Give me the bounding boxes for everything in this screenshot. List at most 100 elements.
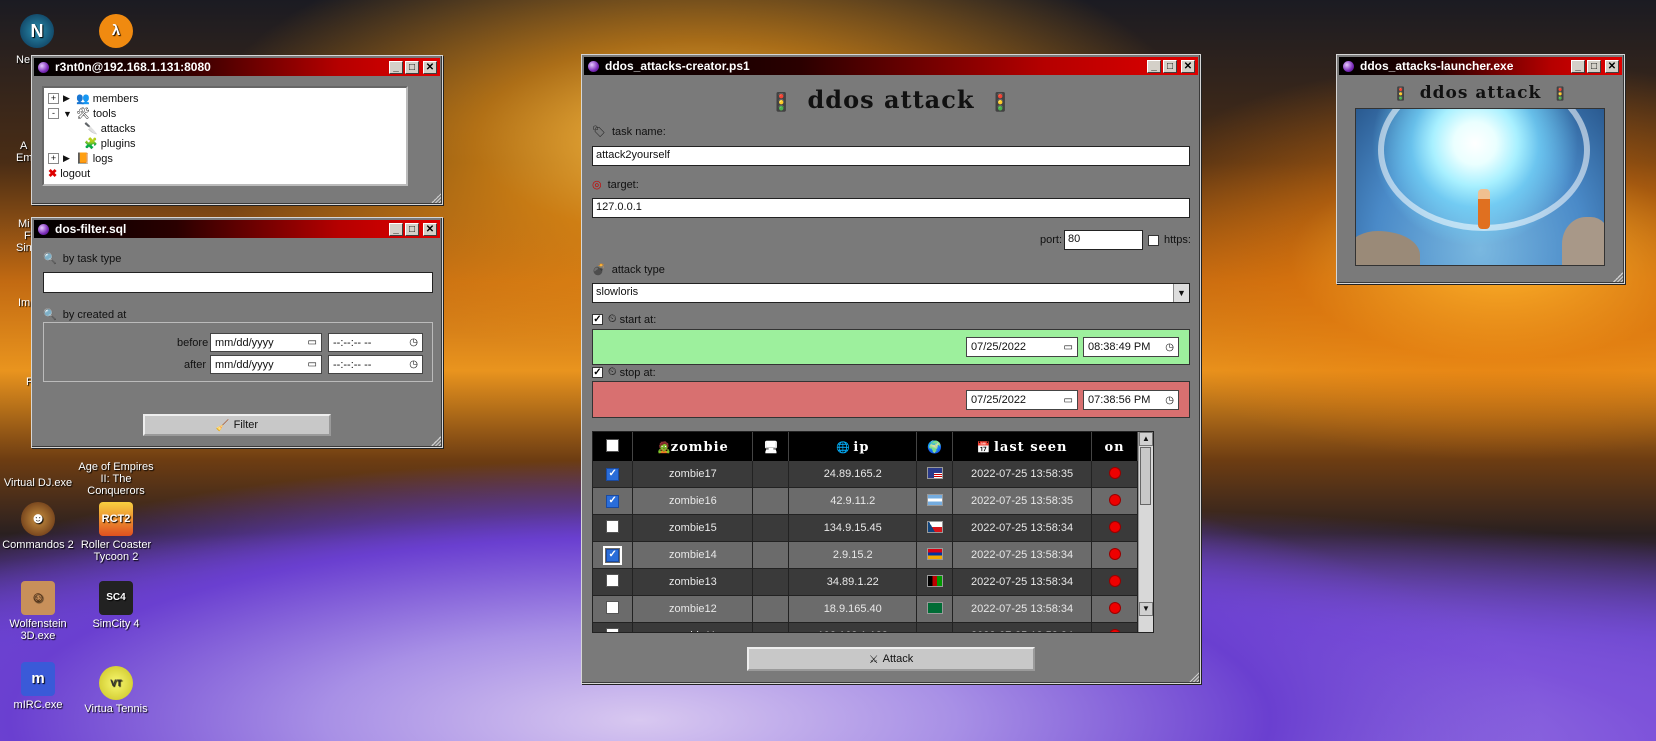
close-button[interactable]: ✕ bbox=[423, 60, 437, 74]
creator-titlebar[interactable]: ddos_attacks-creator.ps1 _ □ ✕ bbox=[584, 57, 1198, 75]
clock-icon[interactable]: ◷ bbox=[409, 337, 418, 348]
resize-handle[interactable] bbox=[1189, 672, 1199, 682]
window-title: r3nt0n@192.168.1.131:8080 bbox=[55, 60, 211, 74]
select-all-checkbox[interactable] bbox=[606, 438, 620, 452]
table-row[interactable]: ✓ zombie14 2.9.15.2 2022-07-25 13:58:34 bbox=[593, 541, 1138, 569]
close-button[interactable]: ✕ bbox=[1605, 59, 1619, 73]
roller-coaster-icon[interactable]: RCT2 Roller Coaster Tycoon 2 bbox=[76, 502, 156, 563]
row-checkbox[interactable]: ✓ bbox=[603, 546, 623, 565]
table-row[interactable]: zombie15 134.9.15.45 2022-07-25 13:58:34 bbox=[593, 514, 1138, 542]
calendar-icon[interactable]: ▭ bbox=[308, 359, 317, 370]
row-checkbox[interactable] bbox=[606, 601, 620, 614]
minimize-button[interactable]: _ bbox=[1147, 59, 1161, 73]
half-life-icon[interactable]: λ bbox=[76, 14, 156, 51]
select-all-header[interactable] bbox=[593, 432, 634, 461]
after-time-input[interactable]: --:--:-- -- ◷ bbox=[328, 355, 423, 374]
maximize-button[interactable]: □ bbox=[1163, 59, 1177, 73]
explorer-window[interactable]: r3nt0n@192.168.1.131:8080 _ □ ✕ + ▶ 👥 me… bbox=[31, 55, 443, 205]
tree-item-logout[interactable]: ✖ logout bbox=[48, 166, 402, 181]
filter-titlebar[interactable]: dos-filter.sql _ □ ✕ bbox=[34, 220, 440, 238]
minimize-button[interactable]: _ bbox=[1571, 59, 1585, 73]
close-button[interactable]: ✕ bbox=[423, 222, 437, 236]
before-date-input[interactable]: mm/dd/yyyy ▭ bbox=[210, 333, 322, 352]
virtua-tennis-icon[interactable]: VT Virtua Tennis bbox=[76, 666, 156, 715]
launcher-titlebar[interactable]: ddos_attacks-launcher.exe _ □ ✕ bbox=[1339, 57, 1622, 75]
navigation-tree[interactable]: + ▶ 👥 members - ▼ 🛠 tools 🔪 attacks 🧩 pl… bbox=[42, 86, 408, 186]
minimize-button[interactable]: _ bbox=[389, 222, 403, 236]
computer-cell bbox=[752, 595, 790, 623]
wolfenstein-icon[interactable]: ☺ Wolfenstein 3D.exe bbox=[0, 581, 78, 642]
table-scrollbar[interactable]: ▲ ▼ bbox=[1138, 432, 1153, 632]
calendar-icon[interactable]: ▭ bbox=[308, 337, 317, 348]
filter-button[interactable]: 🧹 Filter bbox=[143, 414, 331, 436]
start-at-checkbox[interactable]: ✓ bbox=[592, 314, 603, 325]
last-seen-column-header[interactable]: 📅 last seen bbox=[952, 432, 1092, 461]
tree-item-tools[interactable]: - ▼ 🛠 tools bbox=[48, 106, 402, 121]
maximize-button[interactable]: □ bbox=[405, 60, 419, 74]
stop-time-input[interactable]: 07:38:56 PM ◷ bbox=[1083, 390, 1179, 410]
expand-icon[interactable]: + bbox=[48, 93, 59, 104]
creator-window[interactable]: ddos_attacks-creator.ps1 _ □ ✕ 🚦 ddos at… bbox=[581, 54, 1201, 684]
table-row[interactable]: zombie13 34.89.1.22 2022-07-25 13:58:34 bbox=[593, 568, 1138, 596]
minimize-button[interactable]: _ bbox=[389, 60, 403, 74]
launcher-window[interactable]: ddos_attacks-launcher.exe _ □ ✕ 🚦 ddos a… bbox=[1336, 54, 1625, 284]
clock-icon[interactable]: ◷ bbox=[1165, 395, 1174, 406]
resize-handle[interactable] bbox=[1613, 272, 1623, 282]
table-row[interactable]: ✓ zombie16 42.9.11.2 2022-07-25 13:58:35 bbox=[593, 487, 1138, 515]
maximize-button[interactable]: □ bbox=[405, 222, 419, 236]
resize-handle[interactable] bbox=[431, 436, 441, 446]
tree-item-logs[interactable]: + ▶ 📙 logs bbox=[48, 151, 402, 166]
scrollbar-thumb[interactable] bbox=[1140, 447, 1151, 505]
expand-icon[interactable]: + bbox=[48, 153, 59, 164]
calendar-icon[interactable]: ▭ bbox=[1064, 342, 1073, 353]
row-checkbox[interactable] bbox=[606, 520, 620, 533]
before-time-input[interactable]: --:--:-- -- ◷ bbox=[328, 333, 423, 352]
on-column-header[interactable]: on bbox=[1091, 432, 1138, 461]
table-row[interactable]: zombie11 192.168.1.133 2022-07-25 13:58:… bbox=[593, 622, 1138, 632]
tree-item-members[interactable]: + ▶ 👥 members bbox=[48, 91, 402, 106]
tree-item-attacks[interactable]: 🔪 attacks bbox=[48, 121, 402, 136]
stop-date-input[interactable]: 07/25/2022 ▭ bbox=[966, 390, 1078, 410]
close-button[interactable]: ✕ bbox=[1181, 59, 1195, 73]
mirc-icon[interactable]: m mIRC.exe bbox=[0, 662, 78, 711]
task-name-input[interactable]: attack2yourself bbox=[592, 146, 1190, 166]
zombie-column-header[interactable]: 🧟zombie bbox=[632, 432, 754, 461]
row-checkbox[interactable]: ✓ bbox=[606, 468, 620, 481]
after-date-input[interactable]: mm/dd/yyyy ▭ bbox=[210, 355, 322, 374]
collapse-icon[interactable]: - bbox=[48, 108, 59, 119]
calendar-icon[interactable]: ▭ bbox=[1064, 395, 1073, 406]
https-checkbox[interactable] bbox=[1148, 235, 1159, 246]
zombies-table[interactable]: 🧟zombie 🖥 🌐 ip 🌍 📅 last seen on ✓ zombie… bbox=[592, 431, 1154, 633]
task-type-input[interactable] bbox=[43, 272, 433, 293]
ip-column-header[interactable]: 🌐 ip bbox=[788, 432, 918, 461]
row-checkbox[interactable] bbox=[606, 628, 620, 632]
country-column-header[interactable]: 🌍 bbox=[916, 432, 954, 461]
stop-at-checkbox[interactable]: ✓ bbox=[592, 367, 603, 378]
table-row[interactable]: zombie12 18.9.165.40 2022-07-25 13:58:34 bbox=[593, 595, 1138, 623]
computer-column-header[interactable]: 🖥 bbox=[752, 432, 790, 461]
row-checkbox[interactable]: ✓ bbox=[606, 495, 620, 508]
zombie-cell: zombie17 bbox=[632, 461, 754, 488]
tree-item-plugins[interactable]: 🧩 plugins bbox=[48, 136, 402, 151]
start-date-input[interactable]: 07/25/2022 ▭ bbox=[966, 337, 1078, 357]
table-row[interactable]: ✓ zombie17 24.89.165.2 2022-07-25 13:58:… bbox=[593, 461, 1138, 488]
attack-button[interactable]: ⚔ Attack bbox=[747, 647, 1035, 671]
target-input[interactable]: 127.0.0.1 bbox=[592, 198, 1190, 218]
filter-window[interactable]: dos-filter.sql _ □ ✕ 🔍 by task type 🔍 by… bbox=[31, 217, 443, 448]
port-input[interactable]: 80 bbox=[1064, 230, 1143, 250]
scroll-down-icon[interactable]: ▼ bbox=[1139, 602, 1153, 616]
scroll-up-icon[interactable]: ▲ bbox=[1139, 432, 1153, 446]
explorer-titlebar[interactable]: r3nt0n@192.168.1.131:8080 _ □ ✕ bbox=[34, 58, 440, 76]
simcity-icon[interactable]: SC4 SimCity 4 bbox=[76, 581, 156, 630]
dropdown-arrow-icon[interactable]: ▼ bbox=[1173, 284, 1189, 302]
netscape-icon[interactable]: N bbox=[0, 14, 74, 51]
resize-handle[interactable] bbox=[431, 193, 441, 203]
clock-icon[interactable]: ◷ bbox=[409, 359, 418, 370]
ip-cell: 18.9.165.40 bbox=[788, 595, 918, 623]
commandos-icon[interactable]: ☻ Commandos 2 bbox=[0, 502, 78, 551]
maximize-button[interactable]: □ bbox=[1587, 59, 1601, 73]
start-time-input[interactable]: 08:38:49 PM ◷ bbox=[1083, 337, 1179, 357]
clock-icon[interactable]: ◷ bbox=[1165, 342, 1174, 353]
attack-type-select[interactable]: slowloris ▼ bbox=[592, 283, 1190, 303]
row-checkbox[interactable] bbox=[606, 574, 620, 587]
